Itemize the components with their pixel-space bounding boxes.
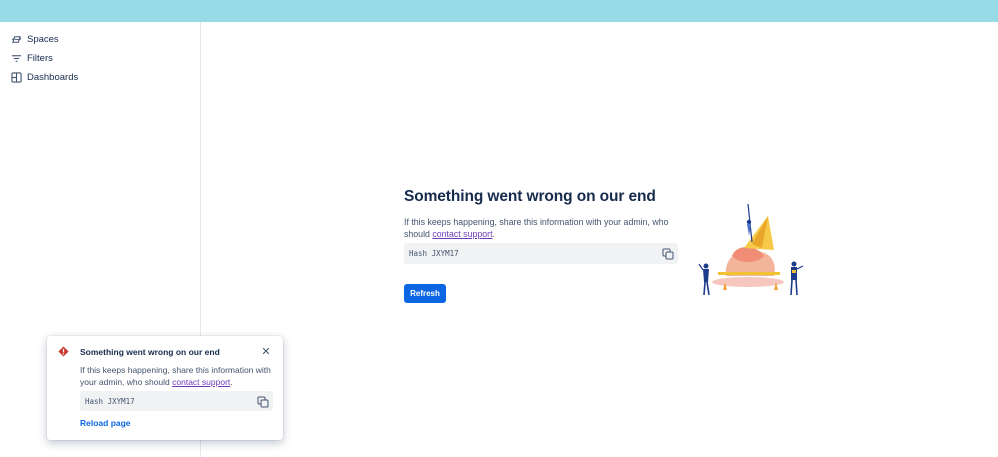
dashboard-icon [11,71,22,83]
flag-description: If this keeps happening, share this info… [80,364,275,388]
close-icon[interactable]: ✕ [260,345,272,358]
flag-contact-support-link[interactable]: contact support [172,377,230,387]
sidebar-item-filters[interactable]: Filters [11,49,53,67]
error-flag: Something went wrong on our end ✕ If thi… [47,336,283,440]
copy-icon[interactable] [662,247,674,260]
flag-hash-box: Hash JXYM17 [80,391,273,411]
main-content: Something went wrong on our end If this … [202,22,998,457]
refresh-button[interactable]: Refresh [404,284,446,303]
error-illustration [698,203,804,296]
filter-icon [11,53,22,64]
sidebar-item-label: Filters [27,52,53,64]
sidebar-item-label: Spaces [27,33,59,45]
error-block: Something went wrong on our end If this … [404,188,680,240]
reload-page-link[interactable]: Reload page [80,418,131,428]
hash-text: Hash JXYM17 [409,249,459,258]
contact-support-link[interactable]: contact support [432,229,492,239]
error-description: If this keeps happening, share this info… [404,216,674,240]
sidebar-item-label: Dashboards [27,71,79,83]
flag-description-end: . [230,377,233,387]
flag-title: Something went wrong on our end [80,347,220,357]
error-description-end: . [492,229,495,239]
error-title: Something went wrong on our end [404,188,656,205]
copy-icon[interactable] [257,395,269,408]
top-banner [0,0,998,22]
flag-hash-text: Hash JXYM17 [85,396,135,406]
sidebar-item-dashboards[interactable]: Dashboards [11,68,78,86]
error-icon [58,346,69,357]
hash-code-box: Hash JXYM17 [404,243,678,264]
spaces-icon [11,34,22,45]
sidebar-item-spaces[interactable]: Spaces [11,30,59,48]
